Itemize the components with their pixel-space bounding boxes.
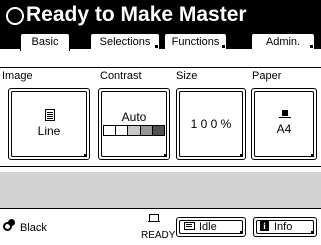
contrast-label: Contrast <box>100 70 142 82</box>
tab-admin[interactable]: Admin. <box>251 33 315 49</box>
drum-dot <box>8 219 15 226</box>
tab-selections[interactable]: Selections <box>90 33 160 49</box>
tab-admin-label: Admin. <box>265 36 301 48</box>
info-icon: i <box>260 221 269 231</box>
contrast-value: Auto <box>121 110 147 124</box>
contrast-scale-step <box>128 126 141 135</box>
tab-basic[interactable]: Basic <box>20 33 70 51</box>
paper-value: A4 <box>276 122 292 136</box>
image-button[interactable]: Line <box>8 88 90 160</box>
info-button[interactable]: i Info <box>253 217 317 237</box>
contrast-scale-step <box>104 126 117 135</box>
image-value: Line <box>37 124 61 138</box>
ink-color-text: Black <box>20 222 47 234</box>
button-corner-marker <box>84 154 87 157</box>
tab-corner-marker <box>310 45 313 48</box>
tab-basic-label: Basic <box>31 36 59 48</box>
tab-selections-label: Selections <box>99 36 151 48</box>
button-corner-marker <box>164 154 167 157</box>
button-corner-marker <box>240 231 243 234</box>
document-icon <box>45 109 55 121</box>
tab-functions-label: Functions <box>171 36 220 48</box>
contrast-button[interactable]: Auto <box>98 88 170 160</box>
button-corner-marker <box>240 154 243 157</box>
ready-status-text: READY <box>141 230 176 241</box>
idle-button[interactable]: Idle <box>176 217 246 237</box>
paper-label: Paper <box>252 70 282 82</box>
paper-button[interactable]: A4 <box>251 88 317 160</box>
image-label: Image <box>2 70 33 82</box>
tab-panel-border <box>0 67 321 68</box>
paper-icon-block <box>282 110 288 116</box>
contrast-scale <box>103 125 165 136</box>
paper-icon <box>279 110 291 118</box>
printer-status-icon <box>148 214 160 222</box>
status-header: Ready to Make Master Basic Selections Fu… <box>0 0 321 51</box>
contrast-scale-step <box>152 126 165 135</box>
message-strip <box>0 172 321 208</box>
size-value: 1 0 0 % <box>190 117 232 131</box>
size-label: Size <box>176 70 198 82</box>
button-corner-marker <box>311 154 314 157</box>
button-inner-frame <box>101 91 167 157</box>
paper-icon-line <box>279 117 291 118</box>
idle-icon <box>184 222 195 230</box>
divider <box>0 208 321 209</box>
tab-corner-marker <box>155 45 158 48</box>
tab-corner-marker <box>222 45 225 48</box>
idle-button-label: Idle <box>199 221 217 233</box>
contrast-scale-step <box>116 126 129 135</box>
status-ring-icon <box>6 7 24 25</box>
status-title: Ready to Make Master <box>26 3 247 26</box>
contrast-scale-step <box>140 126 153 135</box>
ink-drum-icon <box>3 219 16 232</box>
divider <box>0 166 321 167</box>
tab-functions[interactable]: Functions <box>164 33 227 49</box>
button-corner-marker <box>311 231 314 234</box>
info-button-label: Info <box>274 221 293 233</box>
size-button[interactable]: 1 0 0 % <box>176 88 246 160</box>
